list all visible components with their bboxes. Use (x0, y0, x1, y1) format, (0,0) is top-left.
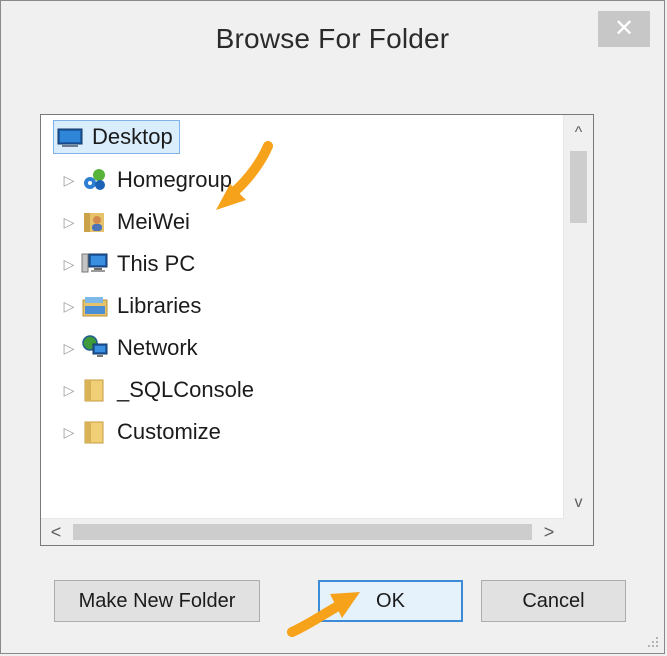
tree-item-sqlconsole[interactable]: ▷ _SQLConsole (61, 372, 254, 408)
tree-item-meiwei[interactable]: ▷ MeiWei (61, 204, 190, 240)
expand-arrow-icon[interactable]: ▷ (61, 172, 77, 189)
tree-item-label: _SQLConsole (117, 377, 254, 402)
tree-item-label: This PC (117, 251, 196, 276)
make-new-folder-button[interactable]: Make New Folder (54, 580, 260, 622)
scroll-up-arrow-icon[interactable]: ^ (564, 121, 593, 145)
annotation-arrow-icon (287, 592, 360, 637)
expand-arrow-icon[interactable]: ▷ (61, 382, 77, 399)
computer-icon (81, 250, 109, 278)
tree-item-label: Network (117, 335, 198, 360)
network-icon (81, 334, 109, 362)
tree-item-label: Libraries (117, 293, 202, 318)
annotation-arrow-icon (216, 141, 273, 210)
folder-icon (81, 418, 109, 446)
scrollbar-corner (564, 519, 593, 545)
resize-grip-icon[interactable] (645, 634, 659, 648)
cancel-button[interactable]: Cancel (481, 580, 626, 622)
close-button[interactable]: ✕ (598, 11, 650, 47)
scroll-right-arrow-icon[interactable]: > (536, 519, 562, 545)
tree-item-desktop[interactable]: Desktop (53, 119, 180, 155)
horizontal-scroll-thumb[interactable] (73, 524, 532, 540)
expand-arrow-icon[interactable]: ▷ (61, 256, 77, 273)
homegroup-icon (81, 166, 109, 194)
horizontal-scrollbar[interactable]: < > (41, 518, 564, 545)
tree-item-customize[interactable]: ▷ Customize (61, 414, 221, 450)
folder-tree[interactable]: Desktop ▷ Homegroup ▷ MeiWei ▷ This PC ▷… (40, 114, 594, 546)
tree-item-network[interactable]: ▷ Network (61, 330, 198, 366)
expand-arrow-icon[interactable]: ▷ (61, 424, 77, 441)
folder-icon (81, 376, 109, 404)
tree-item-libraries[interactable]: ▷ Libraries (61, 288, 202, 324)
expand-arrow-icon[interactable]: ▷ (61, 214, 77, 231)
tree-item-label: MeiWei (117, 209, 190, 234)
scroll-left-arrow-icon[interactable]: < (43, 519, 69, 545)
scroll-down-arrow-icon[interactable]: v (564, 491, 593, 515)
tree-item-label: Customize (117, 419, 221, 444)
tree-item-label: Desktop (92, 124, 173, 149)
tree-item-homegroup[interactable]: ▷ Homegroup (61, 162, 232, 198)
folder-tree-items: Desktop ▷ Homegroup ▷ MeiWei ▷ This PC ▷… (41, 115, 564, 519)
selection-highlight: Desktop (53, 120, 180, 154)
vertical-scroll-thumb[interactable] (570, 151, 587, 223)
vertical-scrollbar[interactable]: ^ v (563, 115, 593, 519)
expand-arrow-icon[interactable]: ▷ (61, 340, 77, 357)
desktop-icon (56, 123, 84, 151)
dialog-title: Browse For Folder (215, 23, 450, 54)
expand-arrow-icon[interactable]: ▷ (61, 298, 77, 315)
libraries-icon (81, 292, 109, 320)
title-bar: Browse For Folder ✕ (1, 1, 664, 71)
tree-item-this-pc[interactable]: ▷ This PC (61, 246, 196, 282)
user-folder-icon (81, 208, 109, 236)
